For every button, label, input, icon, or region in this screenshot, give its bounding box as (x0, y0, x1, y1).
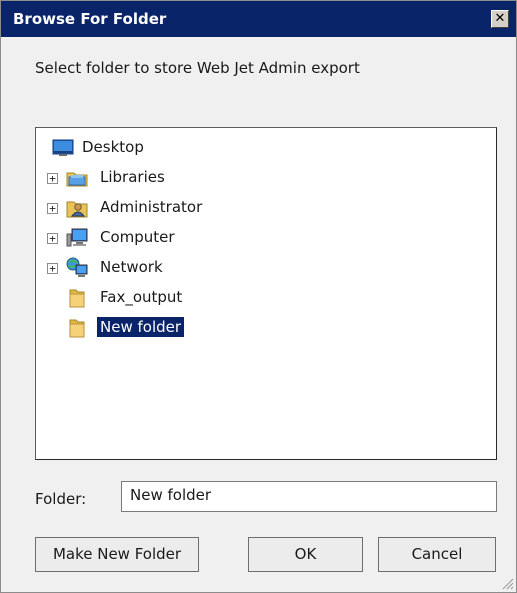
folder-icon (69, 289, 85, 308)
expand-icon[interactable]: + (47, 173, 58, 184)
expand-icon[interactable]: + (47, 263, 58, 274)
tree-item-new-folder[interactable]: New folder (36, 315, 476, 341)
tree-item-label: Network (100, 258, 163, 276)
tree-item-fax-output[interactable]: Fax_output (36, 285, 476, 311)
folder-label: Folder: (35, 490, 87, 508)
resize-grip-icon[interactable] (500, 576, 514, 590)
tree-item-label: Desktop (82, 138, 144, 156)
user-folder-icon (66, 201, 88, 218)
close-button[interactable]: ✕ (491, 10, 509, 28)
tree-item-label: Fax_output (100, 288, 183, 306)
tree-item-label: New folder (97, 317, 185, 337)
instruction-text: Select folder to store Web Jet Admin exp… (35, 59, 360, 77)
close-icon: ✕ (494, 11, 506, 26)
folder-icon (69, 319, 85, 338)
dialog-title: Browse For Folder (13, 10, 167, 28)
make-new-folder-button[interactable]: Make New Folder (35, 537, 199, 572)
folder-tree[interactable]: Desktop + Libraries + Administrator + Co… (35, 127, 497, 460)
network-icon (66, 257, 88, 277)
tree-item-network[interactable]: + Network (36, 255, 476, 281)
ok-button[interactable]: OK (248, 537, 363, 572)
tree-item-administrator[interactable]: + Administrator (36, 195, 476, 221)
computer-icon (66, 228, 88, 247)
tree-item-label: Computer (100, 228, 175, 246)
title-bar[interactable]: Browse For Folder ✕ (1, 1, 516, 37)
desktop-icon (52, 139, 74, 156)
tree-item-libraries[interactable]: + Libraries (36, 165, 476, 191)
folder-name-field[interactable]: New folder (121, 481, 497, 512)
tree-item-computer[interactable]: + Computer (36, 225, 476, 251)
expand-icon[interactable]: + (47, 203, 58, 214)
browse-for-folder-dialog: Browse For Folder ✕ Select folder to sto… (0, 0, 517, 593)
cancel-button[interactable]: Cancel (378, 537, 496, 572)
libraries-icon (66, 172, 88, 187)
expand-icon[interactable]: + (47, 233, 58, 244)
tree-item-label: Administrator (100, 198, 203, 216)
tree-item-desktop[interactable]: Desktop (36, 135, 476, 161)
tree-item-label: Libraries (100, 168, 165, 186)
